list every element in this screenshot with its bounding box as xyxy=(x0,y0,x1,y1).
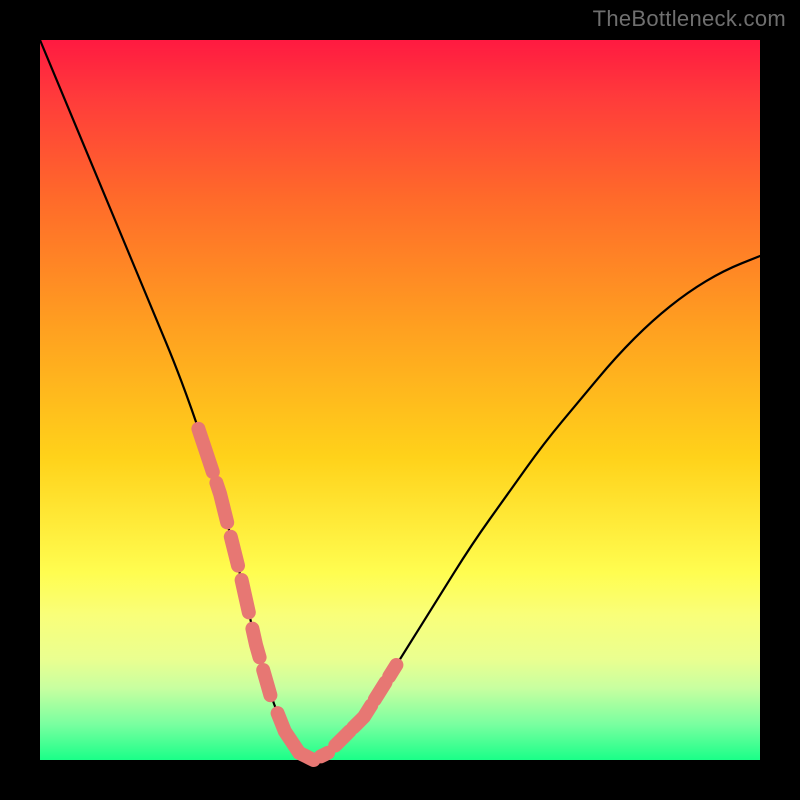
chart-frame: TheBottleneck.com xyxy=(0,0,800,800)
blob-group xyxy=(198,429,396,760)
blob-segment xyxy=(278,713,314,760)
blob-segment xyxy=(263,670,270,695)
blob-segment xyxy=(335,731,349,745)
blob-segment xyxy=(216,483,227,523)
blob-segment xyxy=(198,429,212,472)
blob-segment xyxy=(252,629,259,658)
blob-segment xyxy=(389,665,396,677)
bottleneck-curve xyxy=(40,40,760,758)
blob-segment xyxy=(375,682,386,699)
plot-area xyxy=(40,40,760,760)
blob-segment xyxy=(242,580,249,612)
blob-segment xyxy=(321,753,328,757)
watermark-text: TheBottleneck.com xyxy=(593,6,786,32)
curve-svg xyxy=(40,40,760,760)
blob-segment xyxy=(353,705,371,727)
blob-segment xyxy=(231,537,238,566)
